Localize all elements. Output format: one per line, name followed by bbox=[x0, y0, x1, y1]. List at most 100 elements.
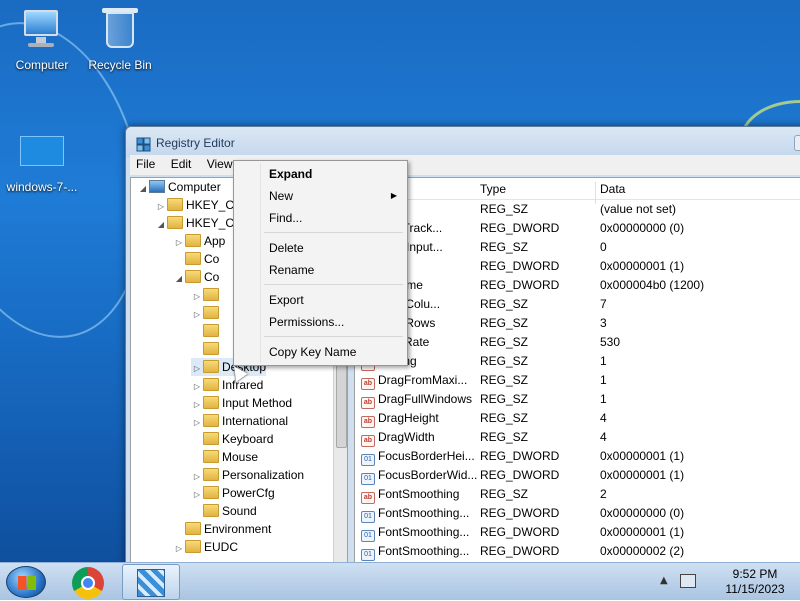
clock-time: 9:52 PM bbox=[732, 567, 778, 581]
value-name-cell: 01 FontSmoothing... bbox=[361, 504, 469, 523]
tree-item-co-1[interactable]: Co bbox=[173, 250, 219, 268]
tree-item-powercfg[interactable]: ▷ PowerCfg bbox=[191, 484, 275, 502]
folder-icon bbox=[185, 522, 201, 535]
desktop-icon-computer[interactable]: Computer bbox=[0, 6, 84, 72]
menu-item-permissions[interactable]: Permissions... bbox=[236, 311, 405, 333]
value-type-cell: REG_SZ bbox=[480, 392, 529, 406]
list-row[interactable]: abult)REG_SZ(value not set) bbox=[355, 200, 800, 219]
menu-item-find[interactable]: Find... bbox=[236, 207, 405, 229]
tree-item-co-2[interactable]: ◢ Co bbox=[173, 268, 219, 286]
string-value-icon: ab bbox=[361, 492, 375, 504]
chrome-taskbar-button[interactable] bbox=[72, 567, 104, 599]
value-name: DragHeight bbox=[378, 411, 439, 425]
list-row[interactable]: ab DragFullWindows REG_SZ 1 bbox=[355, 390, 800, 409]
menu-bar: File Edit View bbox=[130, 155, 800, 175]
folder-icon bbox=[203, 396, 219, 409]
registry-editor-icon bbox=[136, 137, 151, 152]
value-data-cell: 1 bbox=[600, 373, 607, 387]
desktop-icon-vm-file[interactable]: windows-7-... bbox=[0, 128, 84, 194]
collapse-arrow-icon[interactable]: ◢ bbox=[173, 270, 185, 288]
folder-icon bbox=[203, 450, 219, 463]
folder-icon bbox=[203, 432, 219, 445]
tree-item-hkey-2[interactable]: ◢ HKEY_C bbox=[155, 214, 234, 232]
value-data-cell: 0x00000001 (1) bbox=[600, 259, 685, 273]
list-row[interactable]: abBlinkRateREG_SZ530 bbox=[355, 333, 800, 352]
value-type-cell: REG_DWORD bbox=[480, 278, 560, 292]
list-row[interactable]: ab DragWidth REG_SZ 4 bbox=[355, 428, 800, 447]
start-button[interactable] bbox=[6, 566, 46, 598]
computer-small-icon bbox=[149, 180, 165, 193]
tree-item-eudc[interactable]: ▷ EUDC bbox=[173, 538, 238, 556]
list-row[interactable]: ab DragHeight REG_SZ 4 bbox=[355, 409, 800, 428]
value-type-cell: REG_DWORD bbox=[480, 506, 560, 520]
tree-item-environment[interactable]: Environment bbox=[173, 520, 271, 538]
tree-item-app[interactable]: ▷ App bbox=[173, 232, 225, 250]
menu-item-delete[interactable]: Delete bbox=[236, 237, 405, 259]
tree-item-label: App bbox=[204, 234, 226, 248]
collapse-arrow-icon[interactable]: ◢ bbox=[137, 180, 149, 198]
clock-date: 11/15/2023 bbox=[725, 582, 785, 596]
show-hidden-icons-icon[interactable]: ▲ bbox=[660, 575, 668, 586]
collapse-arrow-icon[interactable]: ◢ bbox=[155, 216, 167, 234]
list-row[interactable]: abwitchRowsREG_SZ3 bbox=[355, 314, 800, 333]
list-row[interactable]: ab DragFromMaxi... REG_SZ 1 bbox=[355, 371, 800, 390]
tree-item-mouse[interactable]: Mouse bbox=[191, 448, 258, 466]
tree-item-hkey-1[interactable]: ▷ HKEY_C bbox=[155, 196, 234, 214]
string-value-icon: ab bbox=[361, 378, 375, 390]
menu-file[interactable]: File bbox=[130, 155, 161, 173]
list-row[interactable]: 01 FontSmoothing... REG_DWORD 0x00000002 (2… bbox=[355, 542, 800, 561]
value-name-cell: ab DragFullWindows bbox=[361, 390, 472, 409]
value-name: FocusBorderHei... bbox=[378, 449, 475, 463]
tree-item-input-method[interactable]: ▷ Input Method bbox=[191, 394, 292, 412]
list-row[interactable]: 01 FontSmoothing... REG_DWORD 0x00000000 (0… bbox=[355, 504, 800, 523]
value-type-cell: REG_SZ bbox=[480, 335, 529, 349]
menu-item-expand[interactable]: Expand bbox=[236, 163, 405, 185]
value-name: DragFullWindows bbox=[378, 392, 473, 406]
value-type-cell: REG_DWORD bbox=[480, 221, 560, 235]
column-header-data[interactable]: Data bbox=[600, 182, 625, 196]
menu-item-rename[interactable]: Rename bbox=[236, 259, 405, 281]
tree-item-international[interactable]: ▷ International bbox=[191, 412, 288, 430]
folder-icon bbox=[203, 504, 219, 517]
list-row[interactable]: abwitchColu...REG_SZ7 bbox=[355, 295, 800, 314]
list-row[interactable]: abMovingREG_SZ1 bbox=[355, 352, 800, 371]
menu-item-new-label: New bbox=[269, 189, 294, 203]
tree-item-hidden-1[interactable]: ▷ bbox=[191, 286, 222, 304]
menu-item-copy-key-name[interactable]: Copy Key Name bbox=[236, 341, 405, 363]
list-row[interactable]: ab FontSmoothing REG_SZ 2 bbox=[355, 485, 800, 504]
menu-separator bbox=[264, 336, 403, 337]
menu-edit[interactable]: Edit bbox=[165, 155, 198, 173]
list-row[interactable]: 01WidthREG_DWORD0x00000001 (1) bbox=[355, 257, 800, 276]
column-header-type[interactable]: Type bbox=[480, 182, 506, 196]
clock[interactable]: 9:52 PM 11/15/2023 bbox=[720, 567, 790, 597]
list-row[interactable]: 01ockTimeREG_DWORD0x000004b0 (1200) bbox=[355, 276, 800, 295]
tree-item-hidden-3[interactable] bbox=[191, 322, 222, 340]
registry-editor-taskbar-button[interactable] bbox=[122, 564, 180, 600]
menu-item-export[interactable]: Export bbox=[236, 289, 405, 311]
list-row[interactable]: 01WndTrack...REG_DWORD0x00000000 (0) bbox=[355, 219, 800, 238]
close-button[interactable]: x bbox=[794, 135, 800, 151]
list-row[interactable]: 01 FocusBorderWid... REG_DWORD 0x00000001 (… bbox=[355, 466, 800, 485]
tree-item-hidden-2[interactable]: ▷ bbox=[191, 304, 222, 322]
tree-item-computer[interactable]: ◢ Computer bbox=[137, 178, 221, 196]
tree-item-keyboard[interactable]: Keyboard bbox=[191, 430, 273, 448]
list-row[interactable]: abSendInput...REG_SZ0 bbox=[355, 238, 800, 257]
values-list[interactable]: Type Data abult)REG_SZ(value not set)01W… bbox=[354, 177, 800, 565]
tree-item-infrared[interactable]: ▷ Infrared bbox=[191, 376, 263, 394]
expand-arrow-icon[interactable]: ▷ bbox=[173, 540, 185, 558]
value-data-cell: 4 bbox=[600, 430, 607, 444]
taskbar: ▲ 9:52 PM 11/15/2023 bbox=[0, 562, 800, 600]
folder-icon bbox=[203, 324, 219, 337]
tree-item-hidden-4[interactable] bbox=[191, 340, 222, 358]
menu-item-new[interactable]: New ▶ bbox=[236, 185, 405, 207]
desktop-icon-recycle-bin[interactable]: Recycle Bin bbox=[78, 6, 162, 72]
list-row[interactable]: 01 FontSmoothing... REG_DWORD 0x00000001 (1… bbox=[355, 523, 800, 542]
folder-icon bbox=[203, 414, 219, 427]
tree-item-sound[interactable]: Sound bbox=[191, 502, 257, 520]
title-bar[interactable]: Registry Editor x bbox=[126, 127, 800, 157]
list-row[interactable]: 01 FocusBorderHei... REG_DWORD 0x00000001 (… bbox=[355, 447, 800, 466]
value-data-cell: 0 bbox=[600, 240, 607, 254]
network-icon[interactable] bbox=[680, 574, 696, 588]
desktop-icon-label: windows-7-... bbox=[6, 180, 78, 194]
tree-item-personalization[interactable]: ▷ Personalization bbox=[191, 466, 304, 484]
